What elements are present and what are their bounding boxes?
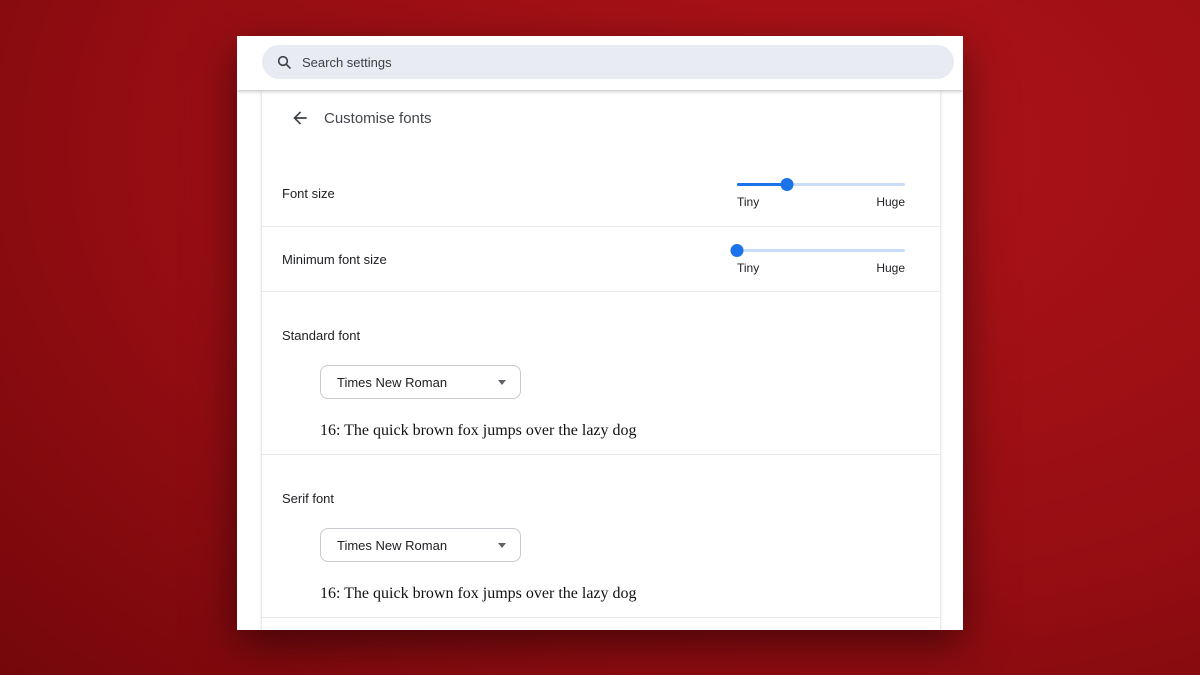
slider-track-inactive (737, 249, 905, 252)
settings-search-field[interactable]: Search settings (262, 45, 954, 79)
customise-fonts-card: Customise fonts Font size Tiny Huge (262, 90, 940, 630)
slider-track-active (737, 183, 787, 186)
minimum-font-size-row: Minimum font size Tiny Huge (262, 227, 940, 291)
standard-font-select[interactable]: Times New Roman (320, 365, 521, 399)
standard-font-preview: 16: The quick brown fox jumps over the l… (320, 422, 940, 440)
selected-font-name: Times New Roman (337, 538, 447, 553)
standard-font-section: Standard font Times New Roman 16: The qu… (262, 292, 940, 454)
standard-font-label: Standard font (282, 328, 940, 344)
desktop-background: Search settings Customise fonts (0, 0, 1200, 675)
page-header: Customise fonts (262, 90, 940, 146)
font-size-slider[interactable]: Tiny Huge (737, 177, 905, 209)
serif-font-label: Serif font (282, 491, 940, 507)
slider-thumb[interactable] (731, 244, 744, 257)
minimum-font-size-label: Minimum font size (282, 252, 387, 267)
serif-font-section: Serif font Times New Roman 16: The quick… (262, 455, 940, 617)
search-toolbar: Search settings (237, 36, 963, 90)
selected-font-name: Times New Roman (337, 375, 447, 390)
font-size-label: Font size (282, 186, 335, 201)
font-size-row: Font size Tiny Huge (262, 146, 940, 226)
serif-font-select[interactable]: Times New Roman (320, 528, 521, 562)
page-title: Customise fonts (324, 110, 432, 127)
slider-max-label: Huge (876, 195, 905, 209)
dropdown-caret-icon (498, 543, 506, 548)
slider-scale-labels: Tiny Huge (737, 195, 905, 209)
slider-track[interactable] (737, 243, 905, 257)
back-button[interactable] (286, 104, 314, 132)
search-icon (276, 54, 292, 70)
slider-min-label: Tiny (737, 195, 759, 209)
minimum-font-size-slider[interactable]: Tiny Huge (737, 243, 905, 275)
slider-track[interactable] (737, 177, 905, 191)
slider-min-label: Tiny (737, 261, 759, 275)
serif-font-preview: 16: The quick brown fox jumps over the l… (320, 585, 940, 603)
slider-max-label: Huge (876, 261, 905, 275)
slider-thumb[interactable] (781, 178, 794, 191)
card-bottom-filler (262, 618, 940, 630)
settings-window: Search settings Customise fonts (237, 36, 963, 630)
arrow-left-icon (290, 108, 310, 128)
settings-content: Customise fonts Font size Tiny Huge (237, 90, 963, 630)
dropdown-caret-icon (498, 380, 506, 385)
slider-scale-labels: Tiny Huge (737, 261, 905, 275)
search-placeholder-text: Search settings (302, 55, 392, 70)
